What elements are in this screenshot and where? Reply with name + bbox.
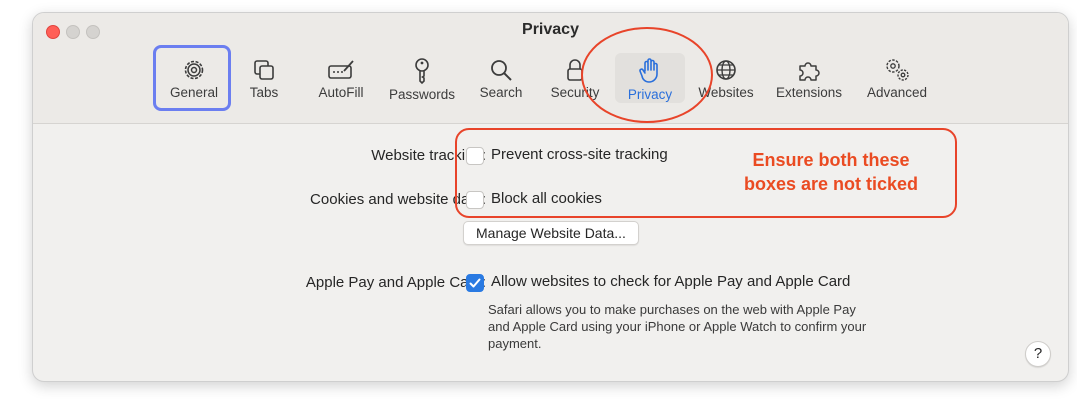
puzzle-icon [799, 62, 820, 81]
applepay-label: Apple Pay and Apple Card: [305, 274, 486, 291]
tab-tabs[interactable]: Tabs [239, 53, 289, 103]
checkmark-icon [469, 278, 481, 288]
tab-advanced[interactable]: Advanced [859, 53, 935, 103]
tabs-icon [254, 60, 274, 80]
tab-passwords[interactable]: Passwords [383, 53, 461, 103]
privacy-highlight-circle [581, 27, 713, 123]
general-highlight-box [153, 45, 231, 111]
applepay-note-line-3: payment. [488, 336, 542, 351]
annotation-line-2: boxes are not ticked [743, 174, 919, 194]
applepay-note: Safari allows you to make purchases on t… [488, 301, 866, 352]
annotation-note: Ensure both these boxes are not ticked [716, 148, 946, 196]
globe-icon [716, 60, 736, 80]
autofill-icon [328, 60, 354, 79]
tab-search-label: Search [479, 85, 523, 100]
gears-icon [886, 59, 909, 81]
tab-tabs-label: Tabs [249, 85, 279, 100]
annotation-line-1: Ensure both these [752, 150, 910, 170]
applepay-checkbox[interactable] [466, 274, 484, 292]
applepay-note-line-1: Safari allows you to make purchases on t… [488, 302, 856, 317]
tab-extensions[interactable]: Extensions [769, 53, 849, 103]
window-title: Privacy [522, 21, 579, 38]
search-icon [491, 60, 512, 81]
key-icon [415, 58, 429, 85]
applepay-note-line-2: and Apple Card using your iPhone or Appl… [488, 319, 867, 334]
help-button[interactable]: ? [1025, 341, 1051, 367]
tab-autofill[interactable]: AutoFill [309, 53, 373, 103]
tab-advanced-label: Advanced [866, 85, 928, 100]
manage-website-data-button[interactable]: Manage Website Data... [463, 221, 639, 245]
tab-extensions-label: Extensions [775, 85, 843, 100]
tab-search[interactable]: Search [473, 53, 529, 103]
applepay-text: Allow websites to check for Apple Pay an… [491, 273, 851, 290]
tab-autofill-label: AutoFill [318, 85, 364, 100]
tab-passwords-label: Passwords [388, 87, 456, 102]
